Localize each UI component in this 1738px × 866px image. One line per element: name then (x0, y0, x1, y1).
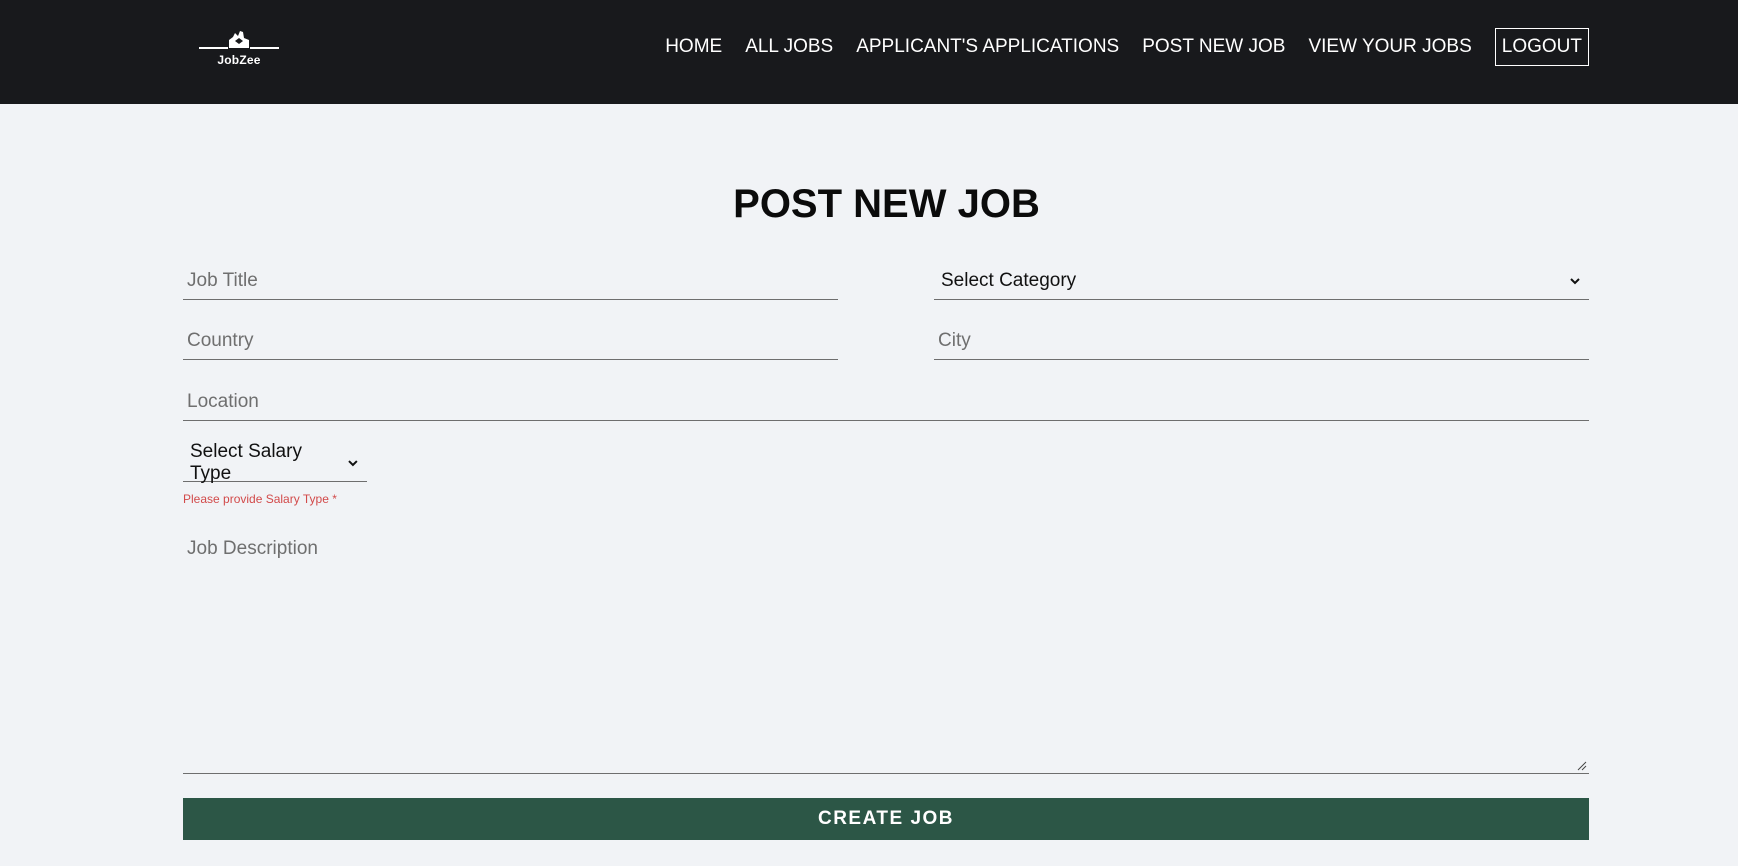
chevron-down-icon (348, 459, 358, 466)
nav-applicant-applications-link[interactable]: APPLICANT'S APPLICATIONS (856, 36, 1119, 58)
create-job-button[interactable]: CREATE JOB (183, 798, 1589, 840)
page-title: POST NEW JOB (733, 182, 1040, 226)
nav-home-link[interactable]: HOME (665, 36, 722, 58)
nav-view-your-jobs-link[interactable]: VIEW YOUR JOBS (1308, 36, 1471, 58)
category-select[interactable]: Select Category (934, 262, 1589, 300)
brand-name: JobZee (217, 53, 261, 67)
country-input[interactable] (183, 322, 838, 360)
nav-all-jobs-link[interactable]: ALL JOBS (745, 36, 833, 58)
salary-type-select[interactable]: Select Salary Type (183, 440, 367, 484)
navbar: JobZee HOME ALL JOBS APPLICANT'S APPLICA… (0, 0, 1738, 104)
salary-type-error: Please provide Salary Type * (183, 492, 337, 506)
chevron-down-icon (1570, 277, 1580, 284)
main-nav: HOME ALL JOBS APPLICANT'S APPLICATIONS P… (642, 28, 1589, 66)
location-input[interactable] (183, 383, 1589, 421)
nav-post-new-job-link[interactable]: POST NEW JOB (1142, 36, 1285, 58)
job-description-textarea[interactable] (183, 528, 1589, 774)
resize-grip-icon[interactable] (1577, 761, 1587, 771)
city-input[interactable] (934, 322, 1589, 360)
category-select-value: Select Category (941, 269, 1077, 291)
job-title-input[interactable] (183, 262, 838, 300)
salary-type-select-value: Select Salary Type (190, 440, 302, 484)
jobzee-logo[interactable]: JobZee (199, 29, 279, 69)
logout-button[interactable]: LOGOUT (1494, 28, 1589, 66)
